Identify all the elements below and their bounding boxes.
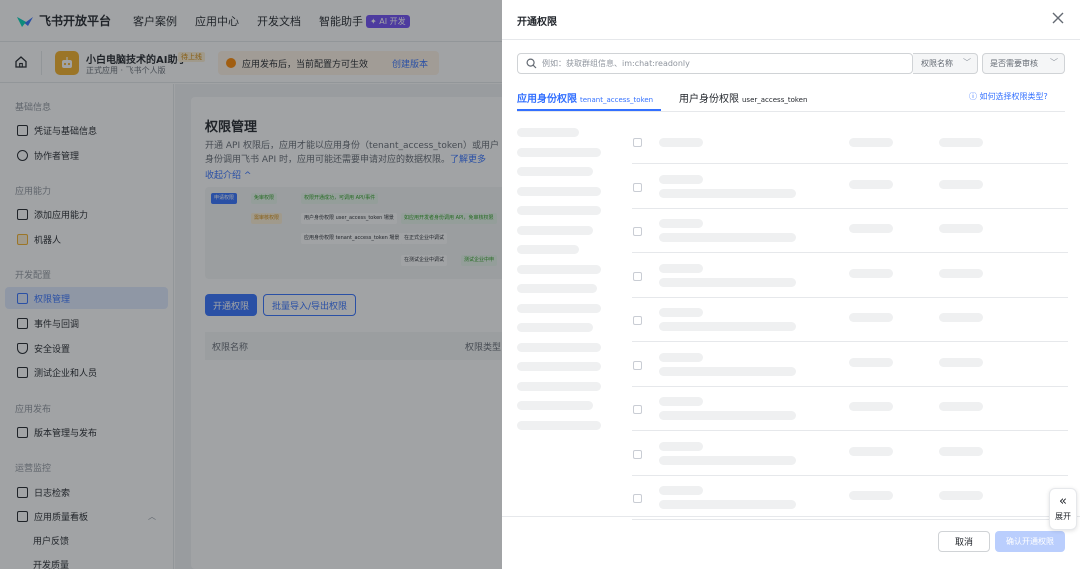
skeleton-bar xyxy=(517,128,579,137)
row-divider xyxy=(632,385,1068,387)
skeleton-bar xyxy=(849,491,893,500)
modal-overlay[interactable] xyxy=(0,0,502,569)
skeleton-bar xyxy=(517,186,601,196)
skeleton-bar xyxy=(517,284,597,293)
skeleton-bar xyxy=(939,179,983,189)
skeleton-bar xyxy=(849,446,893,456)
skeleton-bar xyxy=(659,366,796,376)
skeleton-bar xyxy=(659,308,703,317)
close-icon[interactable] xyxy=(1050,10,1066,26)
row-checkbox[interactable] xyxy=(633,360,642,370)
select-value: 权限名称 xyxy=(921,59,953,68)
row-checkbox[interactable] xyxy=(633,494,642,503)
skeleton-bar xyxy=(517,420,601,430)
row-checkbox[interactable] xyxy=(633,449,642,459)
skeleton-bar xyxy=(659,277,796,287)
skeleton-bar xyxy=(517,401,593,410)
skeleton-bar xyxy=(517,381,601,391)
row-divider xyxy=(632,296,1068,298)
tab-token-label: user_access_token xyxy=(742,96,808,104)
row-divider xyxy=(632,430,1068,431)
row-checkbox[interactable] xyxy=(633,405,642,414)
skeleton-bar xyxy=(517,225,593,235)
skeleton-bar xyxy=(659,263,703,273)
divider xyxy=(502,39,1080,40)
skeleton-bar xyxy=(659,219,703,228)
row-checkbox[interactable] xyxy=(633,227,642,236)
row-checkbox[interactable] xyxy=(633,316,642,325)
skeleton-bar xyxy=(659,233,796,242)
double-chevron-left-icon: « xyxy=(1059,494,1067,509)
skeleton-bar xyxy=(939,224,983,233)
skeleton-bar xyxy=(939,491,983,500)
tab-tenant-permissions[interactable]: 应用身份权限 tenant_access_token xyxy=(517,90,653,105)
skeleton-bar xyxy=(939,446,983,456)
skeleton-bar xyxy=(517,147,601,157)
row-divider xyxy=(632,474,1068,476)
skeleton-bar xyxy=(517,303,601,313)
drawer-title: 开通权限 xyxy=(517,17,557,28)
search-icon xyxy=(526,58,537,69)
skeleton-bar xyxy=(659,188,796,198)
skeleton-bar xyxy=(659,455,796,465)
skeleton-bar xyxy=(659,500,796,509)
cancel-button[interactable]: 取消 xyxy=(938,531,990,552)
question-icon: ⓘ xyxy=(969,92,977,101)
skeleton-bar xyxy=(939,138,983,147)
skeleton-bar xyxy=(849,402,893,411)
chevron-down-icon: ﹀ xyxy=(1050,58,1058,67)
expand-label: 展开 xyxy=(1055,512,1071,521)
skeleton-bar xyxy=(849,179,893,189)
row-divider xyxy=(632,519,1068,520)
skeleton-bar xyxy=(659,352,703,362)
row-divider xyxy=(632,252,1068,253)
skeleton-bar xyxy=(849,357,893,367)
skeleton-bar xyxy=(849,224,893,233)
open-permission-drawer: 开通权限 权限名称 ﹀ 是否需要审核 ﹀ 应用身份权限tenant_access_t… xyxy=(502,0,1080,569)
row-divider xyxy=(632,341,1068,342)
skeleton-bar xyxy=(849,268,893,278)
row-checkbox[interactable] xyxy=(633,271,642,281)
tab-token-label: tenant_access_token xyxy=(580,96,654,104)
skeleton-bar xyxy=(659,441,703,451)
confirm-open-permission-button[interactable]: 确认开通权限 xyxy=(995,531,1065,552)
expand-button[interactable]: « 展开 xyxy=(1049,488,1077,530)
skeleton-bar xyxy=(939,402,983,411)
review-filter-select[interactable]: 是否需要审核 ﹀ xyxy=(982,53,1065,74)
search-input[interactable] xyxy=(542,55,912,72)
row-checkbox[interactable] xyxy=(633,182,642,192)
row-checkbox[interactable] xyxy=(633,138,642,147)
tab-user-permissions[interactable]: 用户身份权限 user_access_token xyxy=(679,90,807,105)
skeleton-bar xyxy=(517,342,601,352)
skeleton-bar xyxy=(939,357,983,367)
search-field-select[interactable]: 权限名称 ﹀ xyxy=(913,53,978,74)
help-link[interactable]: ⓘ 如何选择权限类型? xyxy=(969,91,1048,102)
divider xyxy=(517,111,1065,112)
select-value: 是否需要审核 xyxy=(990,59,1038,68)
skeleton-bar xyxy=(517,206,601,215)
skeleton-bar xyxy=(659,138,703,147)
skeleton-bar xyxy=(517,167,593,176)
skeleton-bar xyxy=(517,245,579,254)
skeleton-bar xyxy=(517,323,593,332)
skeleton-bar xyxy=(659,174,703,184)
row-divider xyxy=(632,207,1068,209)
skeleton-bar xyxy=(659,322,796,331)
chevron-down-icon: ﹀ xyxy=(963,58,971,67)
skeleton-bar xyxy=(659,411,796,420)
divider xyxy=(502,516,1080,517)
skeleton-bar xyxy=(659,397,703,406)
skeleton-bar xyxy=(517,362,601,371)
skeleton-bar xyxy=(939,268,983,278)
skeleton-bar xyxy=(849,138,893,147)
search-box xyxy=(517,53,913,74)
skeleton-bar xyxy=(849,313,893,322)
row-divider xyxy=(632,163,1068,164)
skeleton-bar xyxy=(517,264,601,274)
skeleton-bar xyxy=(659,486,703,495)
skeleton-bar xyxy=(939,313,983,322)
